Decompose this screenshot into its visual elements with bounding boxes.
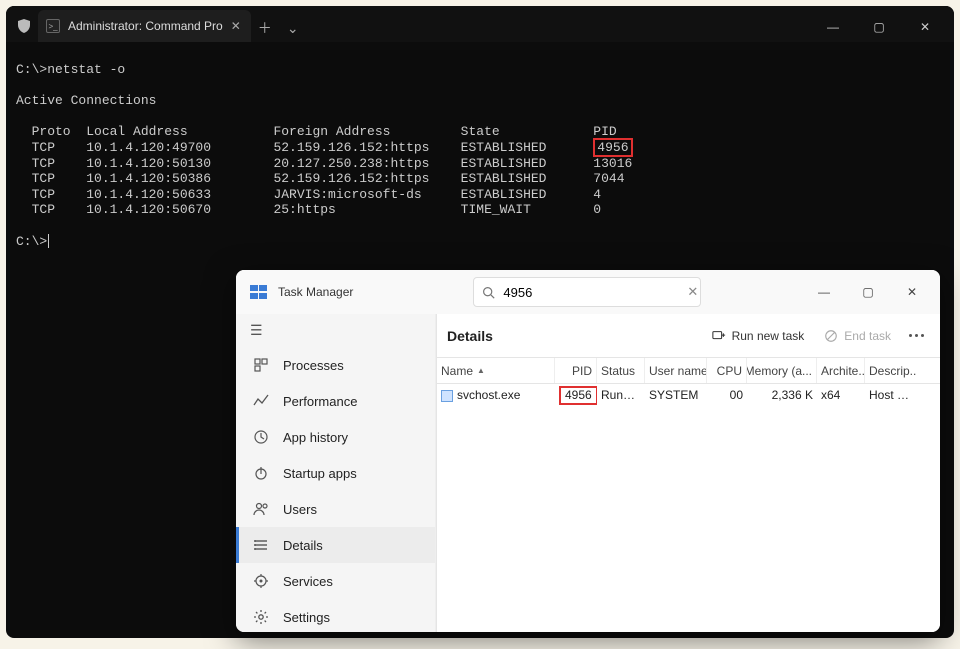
details-grid: Name▲ PID Status User name CPU Memory (a… (437, 358, 940, 406)
cell-name: svchost.exe (437, 388, 555, 402)
taskmgr-toolbar: Details Run new task End task (437, 314, 940, 358)
sidebar-item-label: Details (283, 538, 323, 553)
col-cpu: CPU (707, 358, 747, 383)
tm-maximize-button[interactable]: ▢ (846, 277, 890, 307)
highlighted-pid: 4956 (593, 138, 632, 157)
cell-desc: Host Pr... (865, 388, 917, 402)
col-pid: PID (555, 358, 597, 383)
services-icon (253, 573, 269, 589)
new-tab-button[interactable]: ＋ (251, 14, 279, 42)
more-options-button[interactable] (903, 330, 930, 341)
tab-title: Administrator: Command Pro (68, 19, 223, 33)
clear-search-icon[interactable]: ✕ (687, 284, 698, 300)
performance-icon (253, 393, 269, 409)
users-icon (253, 501, 269, 517)
shield-icon (16, 18, 32, 34)
sidebar-item-label: Performance (283, 394, 357, 409)
end-task-icon (824, 329, 838, 343)
page-title: Details (447, 328, 493, 344)
sidebar-item-details[interactable]: Details (236, 527, 435, 563)
terminal-titlebar: >_ Administrator: Command Pro ✕ ＋ ⌄ — ▢ … (6, 6, 954, 42)
startup-icon (253, 465, 269, 481)
task-manager-window: Task Manager ✕ — ▢ ✕ ☰ Processes Performa… (236, 270, 940, 632)
taskmgr-titlebar: Task Manager ✕ — ▢ ✕ (236, 270, 940, 314)
search-icon (482, 286, 495, 299)
col-name: Name▲ (437, 358, 555, 383)
taskmgr-logo-icon (250, 285, 268, 299)
grid-header[interactable]: Name▲ PID Status User name CPU Memory (a… (437, 358, 940, 384)
sidebar-item-apphistory[interactable]: App history (236, 419, 435, 455)
col-mem: Memory (a... (747, 358, 817, 383)
sidebar-item-label: Startup apps (283, 466, 357, 481)
sort-asc-icon: ▲ (477, 366, 485, 375)
cell-pid: 4956 (555, 386, 597, 405)
sidebar-item-services[interactable]: Services (236, 563, 435, 599)
sidebar-item-processes[interactable]: Processes (236, 347, 435, 383)
tab-dropdown-button[interactable]: ⌄ (279, 14, 307, 42)
gear-icon (253, 609, 269, 625)
taskmgr-title: Task Manager (278, 285, 353, 299)
col-desc: Descrip... (865, 358, 917, 383)
sidebar-item-performance[interactable]: Performance (236, 383, 435, 419)
cell-status: Running (597, 388, 645, 402)
cell-arch: x64 (817, 388, 865, 402)
sidebar-item-label: App history (283, 430, 348, 445)
sidebar-item-users[interactable]: Users (236, 491, 435, 527)
taskmgr-search[interactable]: ✕ (473, 277, 701, 307)
terminal-output[interactable]: C:\>netstat -o Active Connections Proto … (6, 42, 954, 269)
terminal-tab[interactable]: >_ Administrator: Command Pro ✕ (38, 10, 251, 42)
processes-icon (253, 357, 269, 373)
col-user: User name (645, 358, 707, 383)
sidebar-item-label: Processes (283, 358, 344, 373)
end-task-button[interactable]: End task (816, 325, 899, 347)
cell-user: SYSTEM (645, 388, 707, 402)
taskmgr-sidebar: ☰ Processes Performance App history Startup… (236, 314, 436, 632)
sidebar-item-startup[interactable]: Startup apps (236, 455, 435, 491)
sidebar-item-label: Users (283, 502, 317, 517)
cell-cpu: 00 (707, 388, 747, 402)
tm-minimize-button[interactable]: — (802, 277, 846, 307)
run-task-icon (712, 329, 726, 343)
table-row[interactable]: svchost.exe 4956RunningSYSTEM002,336 Kx64… (437, 384, 940, 406)
hamburger-icon[interactable]: ☰ (236, 314, 435, 347)
sidebar-item-label: Services (283, 574, 333, 589)
process-icon (441, 390, 453, 402)
tm-close-button[interactable]: ✕ (890, 277, 934, 307)
details-icon (253, 537, 269, 553)
close-tab-icon[interactable]: ✕ (231, 19, 241, 33)
sidebar-item-label: Settings (283, 610, 330, 625)
close-button[interactable]: ✕ (902, 12, 948, 42)
search-input[interactable] (503, 285, 679, 300)
cell-mem: 2,336 K (747, 388, 817, 402)
col-arch: Archite... (817, 358, 865, 383)
run-new-task-button[interactable]: Run new task (704, 325, 813, 347)
sidebar-item-settings[interactable]: Settings (236, 599, 435, 632)
minimize-button[interactable]: — (810, 12, 856, 42)
apphistory-icon (253, 429, 269, 445)
col-status: Status (597, 358, 645, 383)
highlighted-pid: 4956 (559, 386, 597, 405)
maximize-button[interactable]: ▢ (856, 12, 902, 42)
cmd-icon: >_ (46, 19, 60, 33)
